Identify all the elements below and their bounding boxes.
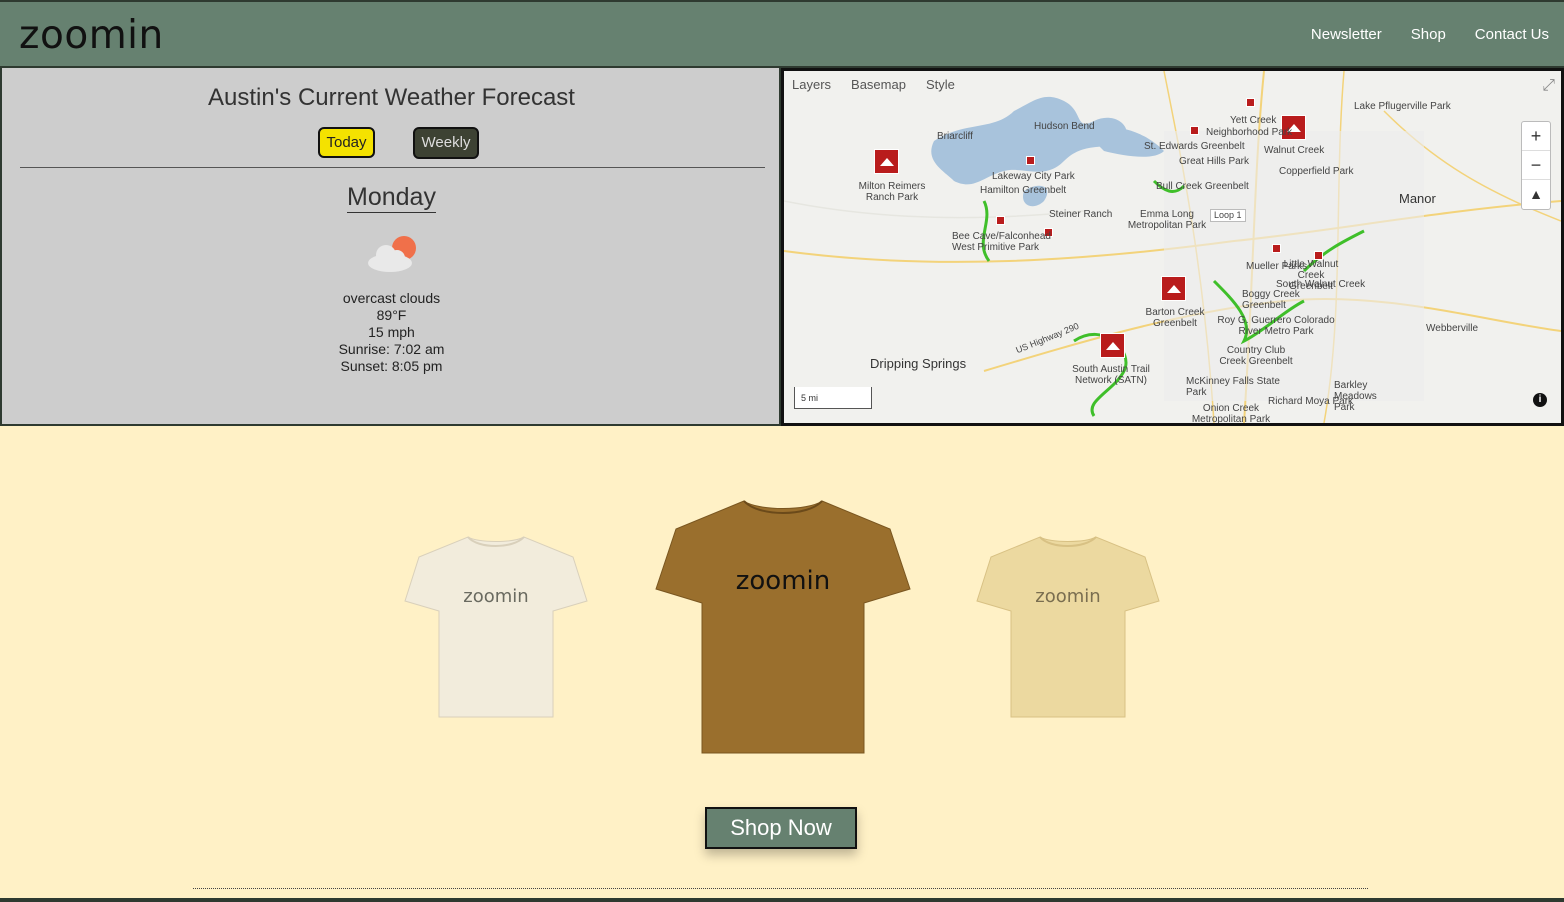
park-marker-icon[interactable] <box>1161 276 1186 301</box>
fullscreen-icon[interactable]: ⤢ <box>1542 77 1555 95</box>
forecast-day: Monday <box>347 183 436 213</box>
trail-map[interactable]: Layers Basemap Style ⤢ + − ▲ Briarcliff … <box>781 68 1564 426</box>
map-label: Milton Reimers Ranch Park <box>858 181 926 203</box>
logo[interactable]: zoomin <box>19 13 164 58</box>
map-label: Walnut Creek <box>1264 145 1325 156</box>
map-scale: 5 mi <box>794 387 872 409</box>
main-nav: Newsletter Shop Contact Us <box>1282 26 1549 43</box>
map-label: Bee Cave/Falconhead West Primitive Park <box>952 231 1051 253</box>
site-header: zoomin Newsletter Shop Contact Us <box>0 0 1564 68</box>
sunset: Sunset: 8:05 pm <box>340 358 443 374</box>
park-marker-icon[interactable] <box>1246 98 1255 107</box>
park-marker-icon[interactable] <box>1272 244 1281 253</box>
info-icon[interactable]: i <box>1533 393 1547 407</box>
map-label: Onion Creek Metropolitan Park <box>1191 403 1271 425</box>
map-label: Webberville <box>1426 323 1479 334</box>
footer-divider <box>193 888 1368 889</box>
temperature: 89°F <box>376 307 407 323</box>
map-label: St. Edwards Greenbelt <box>1144 141 1245 152</box>
map-label: Great Hills Park <box>1179 156 1250 167</box>
tshirt-sand[interactable]: zoomin <box>975 533 1161 721</box>
weather-panel: Austin's Current Weather Forecast Today … <box>0 68 781 426</box>
zoom-control: + − ▲ <box>1521 121 1551 210</box>
map-label: Briarcliff <box>937 131 973 142</box>
wind-speed: 15 mph <box>368 324 415 340</box>
today-button[interactable]: Today <box>318 127 375 158</box>
map-label: Roy G. Guerrero Colorado River Metro Par… <box>1217 315 1335 337</box>
partly-cloudy-sun-icon <box>368 236 416 272</box>
weather-description: overcast clouds <box>342 290 441 306</box>
weekly-button[interactable]: Weekly <box>413 127 479 159</box>
zoom-out-button[interactable]: − <box>1522 151 1550 180</box>
park-marker-icon[interactable] <box>874 149 899 174</box>
tshirt-logo: zoomin <box>736 566 831 596</box>
compass-icon[interactable]: ▲ <box>1522 180 1550 209</box>
tshirt-logo: zoomin <box>1035 586 1100 607</box>
tshirt-logo: zoomin <box>463 586 528 607</box>
nav-contact-us[interactable]: Contact Us <box>1475 26 1549 43</box>
park-marker-icon[interactable] <box>1026 156 1035 165</box>
map-toolbar: Layers Basemap Style <box>792 77 955 92</box>
park-marker-icon[interactable] <box>1100 333 1125 358</box>
map-label: South Austin Trail Network (SATN) <box>1072 364 1150 386</box>
tshirt-brown[interactable]: zoomin <box>654 497 912 759</box>
map-label: Hudson Bend <box>1034 121 1095 132</box>
map-label: Hamilton Greenbelt <box>980 185 1067 196</box>
zoom-in-button[interactable]: + <box>1522 122 1550 151</box>
park-marker-icon[interactable] <box>996 216 1005 225</box>
map-label: Copperfield Park <box>1279 166 1354 177</box>
map-label: Country Club Creek Greenbelt <box>1219 345 1293 367</box>
nav-shop[interactable]: Shop <box>1411 26 1446 43</box>
tshirt-cream[interactable]: zoomin <box>403 533 589 721</box>
layers-menu[interactable]: Layers <box>792 77 831 92</box>
map-label: Steiner Ranch <box>1049 209 1113 220</box>
map-label: Loop 1 <box>1210 209 1246 222</box>
shop-now-button[interactable]: Shop Now <box>705 807 857 849</box>
map-label: Neighborhood Park <box>1206 127 1293 138</box>
weather-divider <box>20 167 765 168</box>
style-menu[interactable]: Style <box>926 77 955 92</box>
nav-newsletter[interactable]: Newsletter <box>1311 26 1382 43</box>
weather-details: overcast clouds 89°F 15 mph Sunrise: 7:0… <box>2 290 781 375</box>
weather-title: Austin's Current Weather Forecast <box>208 84 575 111</box>
map-label: Dripping Springs <box>870 356 967 371</box>
bottom-bar <box>0 898 1564 902</box>
map-label: McKinney Falls State Park <box>1186 376 1280 398</box>
map-label: Barton Creek Greenbelt <box>1145 307 1205 329</box>
map-label: Lakeway City Park <box>992 171 1075 182</box>
map-label: Emma Long Metropolitan Park <box>1127 209 1207 231</box>
map-label: Yett Creek <box>1230 115 1277 126</box>
map-label: Bull Creek Greenbelt <box>1156 181 1249 192</box>
map-label: Barkley Meadows Park <box>1334 380 1377 413</box>
map-label: Boggy Creek Greenbelt <box>1242 289 1300 311</box>
map-label: Manor <box>1399 191 1436 206</box>
map-label: Lake Pflugerville Park <box>1354 101 1451 112</box>
basemap-menu[interactable]: Basemap <box>851 77 906 92</box>
sunrise: Sunrise: 7:02 am <box>338 341 445 357</box>
park-marker-icon[interactable] <box>1190 126 1199 135</box>
